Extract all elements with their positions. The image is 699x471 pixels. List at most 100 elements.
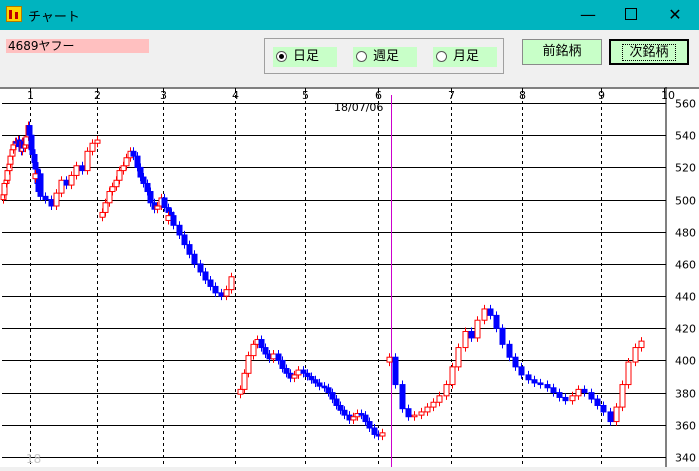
y-tick-label: 420	[675, 323, 696, 336]
candle-body	[99, 211, 106, 218]
radio-monthly-indicator[interactable]	[436, 51, 447, 62]
candle-body	[499, 327, 506, 345]
candle-body	[223, 289, 230, 297]
candle-body	[28, 134, 35, 151]
next-stock-button[interactable]: 次銘柄	[609, 39, 689, 65]
radio-monthly[interactable]: 月足	[433, 47, 497, 67]
candle-body	[94, 139, 101, 144]
candle-body	[73, 165, 80, 176]
candle-body	[275, 353, 282, 361]
candle-body	[325, 387, 332, 394]
maximize-button[interactable]	[609, 0, 653, 30]
period-radio-group: 日足 週足 月足	[264, 38, 504, 74]
candle-body	[134, 155, 141, 168]
minimize-button[interactable]: —	[566, 0, 610, 30]
candle-body	[581, 388, 588, 394]
candlestick-chart[interactable]: 340 360 380 400 420 440 460 480 500 520 540 560 1 2 3 4…	[0, 87, 699, 467]
candle-body	[181, 234, 188, 246]
candle-body	[191, 253, 198, 265]
prev-stock-button[interactable]: 前銘柄	[522, 39, 602, 65]
candle-body	[109, 186, 116, 193]
candle-body	[207, 279, 214, 287]
candle-body	[362, 414, 369, 423]
candle-body	[137, 166, 144, 178]
candle-body	[106, 191, 113, 204]
cursor-date-label: 18/07/06	[334, 101, 383, 114]
candle-body	[518, 366, 525, 376]
horizontal-gridlines	[0, 87, 699, 467]
title-bar[interactable]: チャート — ✕	[0, 0, 699, 30]
y-tick-label: 440	[675, 291, 696, 304]
year-label: 18	[26, 452, 41, 466]
radio-monthly-label: 月足	[453, 49, 480, 64]
candle-body	[48, 199, 55, 207]
chart-window: チャート — ✕ 4689ヤフー 日足 週足 月足 前銘柄 次銘柄 340 36…	[0, 0, 699, 467]
y-tick-label: 480	[675, 227, 696, 240]
candle-body	[506, 343, 513, 358]
candle-body	[53, 192, 60, 207]
y-tick-label: 380	[675, 388, 696, 401]
candle-body	[371, 427, 378, 435]
radio-daily-indicator[interactable]	[276, 51, 287, 62]
candle-body	[0, 194, 7, 201]
month-label: 1	[27, 89, 34, 102]
candle-body	[379, 432, 386, 437]
candle-body	[537, 382, 544, 386]
y-tick-label: 360	[675, 420, 696, 433]
maximize-icon	[625, 8, 637, 20]
candle-body	[544, 384, 551, 389]
month-label: 9	[598, 89, 605, 102]
candle-body	[140, 176, 147, 184]
radio-weekly-label: 週足	[373, 49, 400, 64]
candle-body	[170, 215, 177, 226]
candle-body	[493, 314, 500, 329]
month-label: 8	[519, 89, 526, 102]
candle-body	[392, 356, 399, 386]
y-tick-label: 460	[675, 259, 696, 272]
candle-body	[613, 406, 620, 423]
candle-body	[63, 179, 70, 186]
month-label: 7	[448, 89, 455, 102]
candle-body	[270, 353, 277, 360]
candle-body	[619, 384, 626, 408]
axis-labels: 340 360 380 400 420 440 460 480 500 520 540 560 1 2 3 4…	[26, 89, 696, 466]
stock-label: 4689ヤフー	[6, 39, 149, 53]
radio-daily-label: 日足	[293, 49, 320, 64]
candle-body	[474, 319, 481, 339]
next-stock-label: 次銘柄	[622, 44, 676, 61]
radio-weekly[interactable]: 週足	[353, 47, 417, 67]
candle-body	[279, 359, 286, 369]
candle-body	[386, 356, 393, 363]
candle-body	[241, 372, 248, 390]
month-label: 5	[302, 89, 309, 102]
candle-body	[366, 421, 373, 429]
month-label: 3	[160, 89, 167, 102]
close-button[interactable]: ✕	[653, 0, 697, 30]
candle-body	[333, 398, 340, 406]
candle-body	[588, 392, 595, 400]
candle-body	[165, 215, 172, 221]
candle-body	[212, 285, 219, 294]
close-icon: ✕	[668, 5, 682, 24]
y-tick-label: 540	[675, 130, 696, 143]
candle-body	[418, 411, 425, 416]
radio-weekly-indicator[interactable]	[356, 51, 367, 62]
radio-daily[interactable]: 日足	[273, 47, 337, 67]
candle-body	[79, 165, 86, 172]
candle-body	[405, 408, 412, 418]
candle-body	[295, 369, 302, 376]
candle-body	[31, 154, 38, 164]
candle-body	[638, 340, 645, 349]
candle-body	[525, 374, 532, 381]
candle-body	[42, 195, 49, 201]
candle-body	[202, 271, 209, 281]
candle-body	[68, 174, 75, 186]
candle-body	[487, 308, 494, 316]
candle-body	[575, 388, 582, 397]
candle-body	[161, 197, 168, 209]
month-label: 10	[661, 89, 675, 102]
candle-body	[556, 392, 563, 398]
candle-body	[123, 157, 130, 167]
candle-body	[120, 165, 127, 172]
candle-body	[399, 384, 406, 410]
